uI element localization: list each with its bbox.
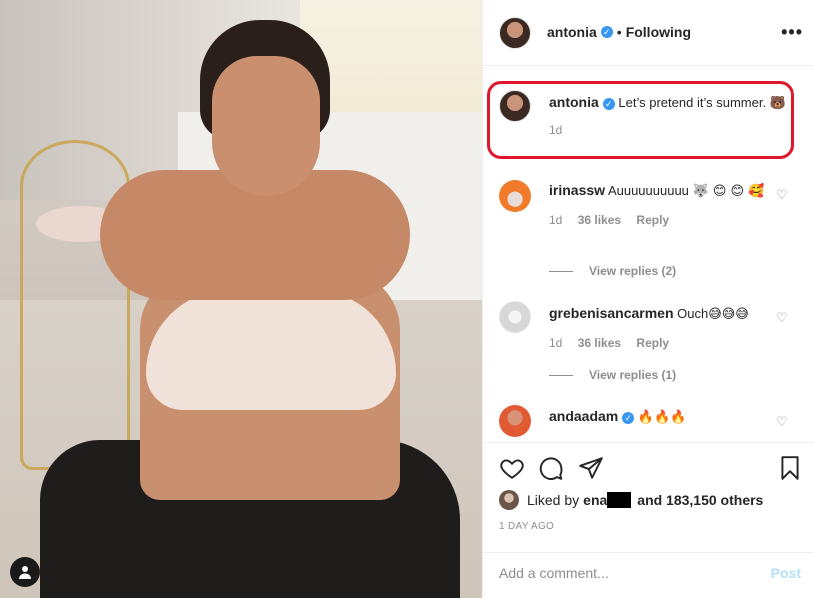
author-line: antonia ✓ • Following	[547, 24, 691, 40]
comment-username[interactable]: andaadam	[549, 408, 618, 424]
reply-button[interactable]: Reply	[636, 336, 669, 350]
like-heart-icon[interactable]	[499, 455, 525, 481]
caption-text-line: antonia ✓ Let’s pretend it’s summer. 🐻	[549, 93, 789, 113]
commenter-avatar-irinassw[interactable]	[499, 180, 531, 212]
view-replies-label: View replies (2)	[589, 264, 677, 278]
bookmark-save-icon[interactable]	[777, 455, 803, 481]
share-send-icon[interactable]	[578, 455, 604, 481]
comment-text-line: irinassw Auuuuuuuuuu 🐺 😊 😊 🥰	[549, 181, 769, 201]
caption-avatar[interactable]	[499, 90, 531, 122]
comment-like-heart-icon[interactable]: ♡	[776, 415, 788, 428]
author-username[interactable]: antonia	[547, 24, 597, 40]
comment-likes[interactable]: 36 likes	[578, 336, 621, 350]
verified-badge-icon: ✓	[622, 412, 635, 424]
verified-badge-icon: ✓	[600, 26, 613, 38]
replies-divider-line	[549, 270, 573, 272]
comment-like-heart-icon[interactable]: ♡	[776, 188, 788, 201]
comment-bubble-icon[interactable]	[538, 455, 564, 481]
photo-subject	[40, 20, 460, 598]
comment-text-line: andaadam ✓ 🔥🔥🔥	[549, 407, 769, 427]
replies-divider-line	[549, 374, 573, 376]
comment-likes[interactable]: 36 likes	[578, 213, 621, 227]
comment-meta: 1d 36 likes Reply	[549, 213, 769, 227]
more-options-icon[interactable]: •••	[781, 22, 803, 43]
caption-text: Let’s pretend it’s summer.	[618, 95, 767, 110]
bear-emoji: 🐻	[769, 96, 786, 111]
post-comment-button[interactable]: Post	[771, 565, 801, 581]
comment-text-line: grebenisancarmen Ouch😅😅😅	[549, 304, 769, 324]
post-time-ago[interactable]: 1 DAY AGO	[499, 521, 554, 532]
redaction-bar	[607, 492, 632, 508]
view-replies-button[interactable]: View replies (1)	[549, 368, 676, 382]
user-silhouette-icon	[19, 566, 31, 579]
add-comment-input[interactable]: Add a comment...	[499, 565, 609, 581]
liked-by-line: Liked by ena and 183,150 others	[499, 490, 763, 510]
separator-dot: •	[616, 24, 622, 40]
verified-badge-icon: ✓	[602, 98, 615, 110]
commenter-avatar-andaadam[interactable]	[499, 405, 531, 437]
comment-grebenisancarmen: grebenisancarmen Ouch😅😅😅 1d 36 likes Rep…	[549, 304, 769, 350]
post-actions: Liked by ena and 183,150 others 1 DAY AG…	[483, 442, 814, 552]
comment-emoji: 🐺 😊 😊 🥰	[692, 184, 765, 199]
comment-like-heart-icon[interactable]: ♡	[776, 311, 788, 324]
author-avatar[interactable]	[499, 17, 531, 49]
comment-age[interactable]: 1d	[549, 336, 562, 350]
add-comment-bar: Add a comment... Post	[483, 552, 814, 598]
liked-by-prefix: Liked by	[527, 492, 580, 508]
comment-username[interactable]: irinassw	[549, 182, 605, 198]
comment-andaadam: andaadam ✓ 🔥🔥🔥	[549, 407, 769, 427]
commenter-avatar-grebenisancarmen[interactable]	[499, 301, 531, 333]
comment-meta: 1d 36 likes Reply	[549, 336, 769, 350]
photo-top	[146, 290, 396, 410]
following-button[interactable]: Following	[626, 24, 691, 40]
comment-age[interactable]: 1d	[549, 213, 562, 227]
caption-age[interactable]: 1d	[549, 123, 562, 137]
comment-emoji: 😅😅😅	[708, 307, 749, 322]
view-replies-label: View replies (1)	[589, 368, 677, 382]
comment-text: Ouch	[677, 306, 709, 321]
tagged-user-icon[interactable]	[10, 557, 40, 587]
post-side-panel: antonia ✓ • Following ••• antonia ✓ Let’s…	[482, 0, 814, 598]
caption-username[interactable]: antonia	[549, 94, 599, 110]
photo-face	[212, 56, 320, 196]
comment-emoji: 🔥🔥🔥	[637, 410, 687, 425]
reply-button[interactable]: Reply	[636, 213, 669, 227]
comment-irinassw: irinassw Auuuuuuuuuu 🐺 😊 😊 🥰 1d 36 likes…	[549, 181, 769, 227]
comment-username[interactable]: grebenisancarmen	[549, 305, 674, 321]
post-photo[interactable]	[0, 0, 482, 598]
liker-username[interactable]: ena	[583, 492, 607, 508]
view-replies-button[interactable]: View replies (2)	[549, 264, 676, 278]
comment-text: Auuuuuuuuuu	[607, 183, 689, 198]
liker-avatar[interactable]	[499, 490, 519, 510]
likes-others[interactable]: and 183,150 others	[637, 492, 763, 508]
post-header: antonia ✓ • Following •••	[483, 0, 814, 66]
caption: antonia ✓ Let’s pretend it’s summer. 🐻 1d	[549, 93, 789, 137]
caption-meta: 1d	[549, 123, 789, 137]
